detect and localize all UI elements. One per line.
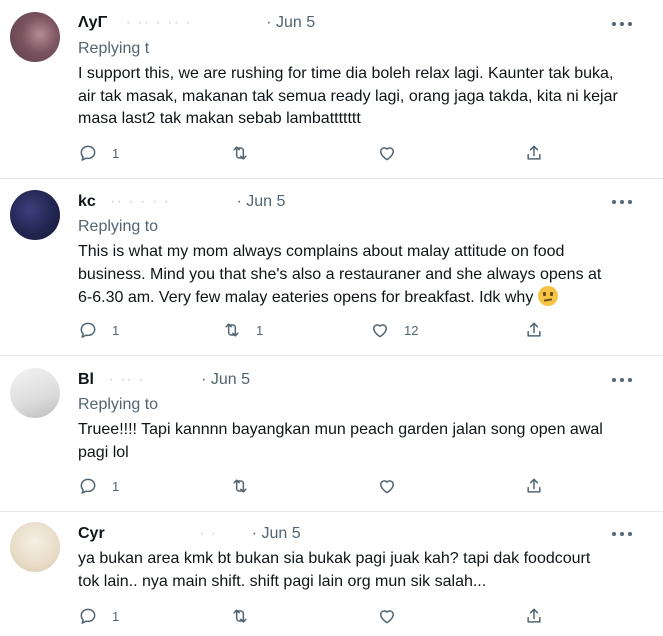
- avatar[interactable]: [10, 190, 60, 240]
- tweet-text-line: business. Mind you that she's also a res…: [78, 265, 602, 283]
- retweet-icon: [233, 479, 247, 493]
- tweet-text-line: masa last2 tak makan sebab lambattttttt: [78, 110, 361, 127]
- avatar[interactable]: [10, 368, 60, 418]
- like-count: 12: [404, 322, 419, 338]
- dot-separator: ·: [201, 371, 207, 388]
- reply-button[interactable]: 1: [78, 318, 119, 342]
- retweet-icon: [233, 609, 247, 623]
- display-name[interactable]: Cyr: [78, 525, 105, 542]
- more-icon[interactable]: [612, 528, 636, 540]
- username[interactable]: · ·· · ·· ·: [126, 14, 192, 31]
- display-name[interactable]: Bl: [78, 371, 94, 388]
- tweet-date[interactable]: Jun 5: [246, 193, 285, 210]
- retweet-button[interactable]: 1: [222, 318, 263, 342]
- like-icon: [380, 480, 394, 494]
- share-button[interactable]: [524, 474, 544, 498]
- username[interactable]: · ·: [199, 525, 217, 542]
- replying-to: Replying to: [78, 396, 159, 413]
- retweet-icon: [225, 323, 239, 337]
- share-button[interactable]: [524, 318, 544, 342]
- like-button[interactable]: [377, 474, 411, 498]
- divider: [0, 355, 663, 356]
- retweet-button[interactable]: [230, 141, 264, 165]
- retweet-button[interactable]: [230, 604, 264, 628]
- tweet-text: This is what my mom always complains abo…: [78, 241, 648, 310]
- tweet-text-line: tok lain.. nya main shift. shift pagi la…: [78, 572, 487, 590]
- share-button[interactable]: [524, 141, 544, 165]
- tweet-actions: 1: [78, 474, 578, 498]
- tweet-text: ya bukan area kmk bt bukan sia bukak pag…: [78, 548, 648, 593]
- share-button[interactable]: [524, 604, 544, 628]
- more-icon[interactable]: [612, 196, 636, 208]
- tweet-text-segment: 6-6.30 am. Very few malay eateries opens…: [78, 289, 534, 306]
- tweet-header: kc ·· · · · · · Jun 5: [78, 193, 285, 211]
- share-icon: [527, 145, 541, 160]
- divider: [0, 511, 663, 512]
- tweet-actions: 1 1 12: [78, 318, 578, 342]
- reply-count: 1: [112, 478, 120, 494]
- replying-to: Replying to: [78, 218, 159, 235]
- reply-button[interactable]: 1: [78, 474, 119, 498]
- reply-count: 1: [112, 145, 120, 161]
- share-icon: [527, 608, 541, 623]
- tweet-text-line: This is what my mom always complains abo…: [78, 243, 565, 260]
- replying-to: Replying t: [78, 40, 150, 57]
- dot-separator: ·: [251, 525, 258, 542]
- like-icon: [380, 147, 394, 161]
- tweet-actions: 1: [78, 141, 578, 165]
- like-icon: [373, 324, 387, 338]
- like-button[interactable]: [377, 604, 411, 628]
- like-button[interactable]: [377, 141, 411, 165]
- retweet-button[interactable]: [230, 474, 264, 498]
- more-icon[interactable]: [612, 374, 636, 386]
- retweet-icon: [233, 146, 247, 160]
- avatar[interactable]: [10, 522, 60, 572]
- reply-icon: [80, 478, 96, 494]
- display-name[interactable]: kc: [78, 193, 96, 210]
- tweet-date[interactable]: Jun 5: [211, 371, 250, 388]
- tweet-header: ΛyΓ · ·· · ·· · · Jun 5: [78, 14, 315, 32]
- reply-icon: [80, 145, 96, 161]
- tweet-text-line: 6-6.30 am. Very few malay eateries opens…: [78, 286, 648, 310]
- reply-count: 1: [112, 322, 120, 338]
- divider: [0, 178, 663, 179]
- reply-count: 1: [112, 608, 120, 624]
- tweet-text-line: Truee!!!! Tapi kannnn bayangkan mun peac…: [78, 421, 603, 438]
- tweet-text-line: ya bukan area kmk bt bukan sia bukak pag…: [78, 550, 591, 567]
- username[interactable]: · ·· ·: [108, 371, 144, 388]
- tweet-header: Cyr · · · Jun 5: [78, 525, 301, 543]
- retweet-count: 1: [256, 322, 264, 338]
- tweet-text-line: I support this, we are rushing for time …: [78, 65, 614, 82]
- tweet-actions: 1: [78, 604, 578, 628]
- display-name[interactable]: ΛyΓ: [78, 14, 107, 31]
- reply-icon: [80, 322, 96, 338]
- more-icon[interactable]: [612, 18, 636, 30]
- tweet-text-line: air tak masak, makanan tak semua ready l…: [78, 87, 618, 105]
- avatar[interactable]: [10, 12, 60, 62]
- username[interactable]: ·· · · · ·: [110, 193, 170, 210]
- tweet-date[interactable]: Jun 5: [261, 525, 300, 542]
- tweet-text-line: pagi lol: [78, 443, 129, 461]
- dot-separator: ·: [266, 14, 272, 31]
- tweet-text: Truee!!!! Tapi kannnn bayangkan mun peac…: [78, 419, 648, 464]
- share-icon: [527, 322, 541, 337]
- dot-separator: ·: [236, 193, 242, 210]
- reply-button[interactable]: 1: [78, 604, 119, 628]
- tweet-text: I support this, we are rushing for time …: [78, 63, 648, 131]
- like-icon: [380, 610, 394, 624]
- tweet-date[interactable]: Jun 5: [276, 14, 315, 31]
- reply-icon: [80, 608, 96, 624]
- confused-face-emoji: [537, 286, 558, 306]
- share-icon: [527, 478, 541, 493]
- tweet-header: Bl · ·· · · Jun 5: [78, 371, 250, 389]
- like-button[interactable]: 12: [370, 318, 418, 342]
- reply-button[interactable]: 1: [78, 141, 119, 165]
